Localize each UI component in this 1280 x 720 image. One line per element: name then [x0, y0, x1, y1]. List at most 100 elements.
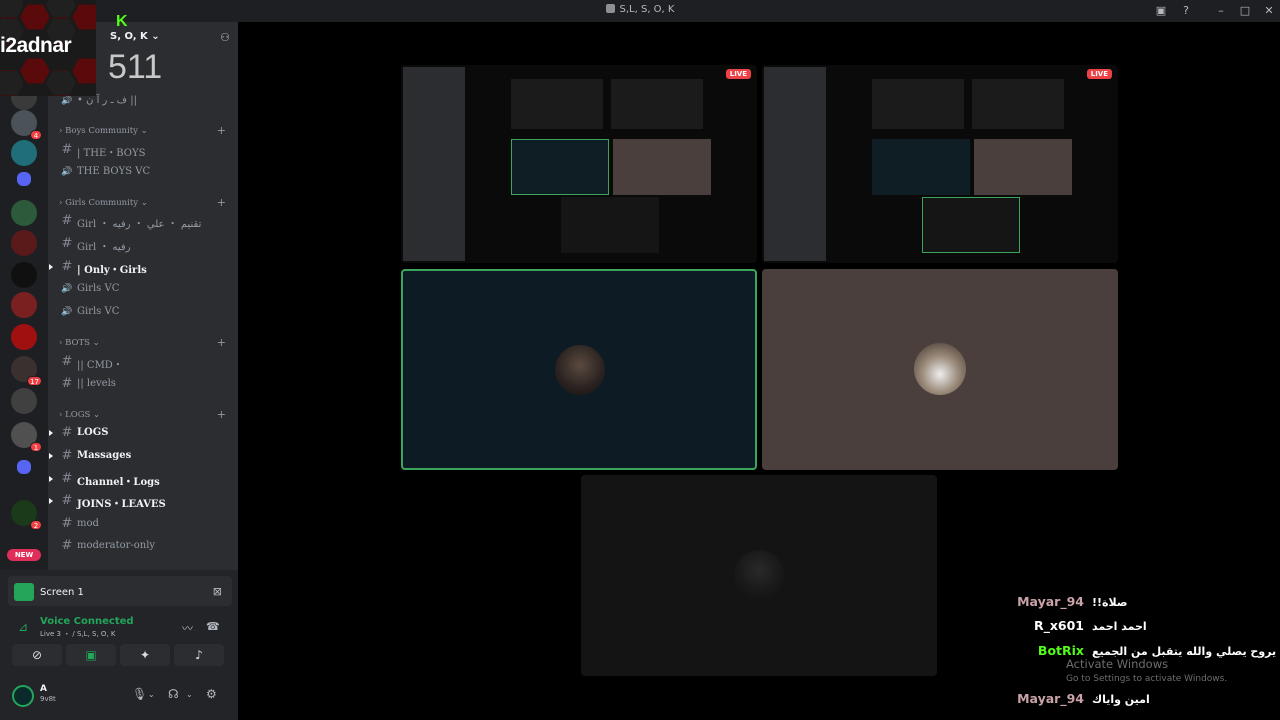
server-icon[interactable]	[11, 230, 37, 256]
hashtag-icon: #	[61, 425, 73, 440]
headphones-icon[interactable]: ☊	[168, 687, 179, 701]
text-channel[interactable]: # Massages	[48, 446, 238, 466]
text-channel[interactable]: # moderator-only	[48, 536, 238, 556]
hashtag-icon: #	[61, 516, 73, 531]
chat-message: Mayar_94 صلاة!!	[994, 594, 1280, 612]
window-title: S,L, S, O, K	[0, 4, 1280, 15]
chat-username: BotRix	[1037, 643, 1084, 658]
signal-icon: ⊿	[18, 620, 29, 634]
streamer-logo: i2adnar	[0, 0, 96, 96]
voice-channel[interactable]: 🔊 Girls VC	[48, 279, 238, 299]
server-icon[interactable]	[11, 324, 37, 350]
voice-panel: Screen 1 ⊠ ⊿ Voice Connected Live 3 ・ / …	[0, 570, 238, 720]
voice-channel[interactable]: 🔊 Girls VC	[48, 302, 238, 322]
channel-label: moderator-only	[77, 540, 156, 551]
category-label: › BOTS ⌄	[59, 338, 100, 348]
text-channel[interactable]: # | THE・BOYS	[48, 140, 238, 160]
text-channel[interactable]: # Girl ・ رفيه	[48, 234, 238, 254]
category-label: › Girls Community ⌄	[59, 198, 148, 208]
chat-username: Mayar_94	[1017, 594, 1084, 609]
stream-tile[interactable]: LIVE	[762, 65, 1118, 263]
server-icon[interactable]	[11, 200, 37, 226]
invite-icon[interactable]: ⚇	[220, 31, 230, 44]
soundboard-button[interactable]: ♪	[174, 644, 224, 666]
avatar	[734, 550, 784, 600]
speaker-icon: 🔊	[61, 284, 73, 294]
noise-suppression-icon[interactable]: 〰	[182, 620, 193, 636]
participant-tile[interactable]	[581, 475, 937, 676]
chevron-down-icon[interactable]: ⌄	[186, 690, 193, 699]
chevron-down-icon[interactable]: ⌄	[148, 690, 155, 699]
server-icon[interactable]: 2	[11, 500, 42, 530]
avatar	[914, 343, 966, 395]
restore-icon[interactable]: ▣	[1153, 3, 1169, 19]
voice-location[interactable]: Live 3 ・ / S,L, S, O, K	[40, 629, 115, 639]
text-channel[interactable]: # Girl ・ تقنيم ・ علي ・ رفيه	[48, 211, 238, 231]
screen-share-button[interactable]: ▣	[66, 644, 116, 666]
add-channel-icon[interactable]: +	[217, 408, 226, 421]
category-label: › LOGS ⌄	[59, 410, 101, 420]
channel-label: mod	[77, 518, 99, 529]
channel-category[interactable]: › LOGS ⌄ +	[48, 407, 238, 423]
channel-label: LOGS	[77, 427, 109, 438]
hashtag-icon: #	[61, 213, 73, 228]
chat-message: Mayar_94 امين واياك	[994, 691, 1280, 709]
activation-title: Activate Windows	[1066, 657, 1169, 671]
server-icon[interactable]	[11, 140, 37, 166]
channel-category[interactable]: › Boys Community ⌄ +	[48, 123, 238, 139]
text-channel[interactable]: # LOGS	[48, 423, 238, 443]
voice-channel[interactable]: 🔊 THE BOYS VC	[48, 162, 238, 182]
server-icon[interactable]: 4	[11, 110, 42, 140]
chat-text: امين واياك	[1092, 693, 1150, 706]
unread-indicator	[49, 264, 53, 270]
text-channel[interactable]: # mod	[48, 514, 238, 534]
channel-category[interactable]: › Girls Community ⌄ +	[48, 195, 238, 211]
live-badge: LIVE	[1086, 69, 1112, 79]
server-icon[interactable]	[11, 262, 37, 288]
add-channel-icon[interactable]: +	[217, 196, 226, 209]
server-name: S, O, K ⌄	[110, 31, 160, 42]
add-channel-icon[interactable]: +	[217, 124, 226, 137]
channel-label: Girl ・ رفيه	[77, 242, 131, 253]
channel-category[interactable]: › BOTS ⌄ +	[48, 335, 238, 351]
notification-badge: 1	[30, 442, 42, 452]
minimize-button[interactable]: –	[1213, 3, 1229, 19]
screen-share-card[interactable]: Screen 1 ⊠	[8, 576, 232, 606]
server-icon[interactable]	[17, 460, 31, 474]
hashtag-icon: #	[61, 259, 73, 274]
disconnect-icon[interactable]: ☎	[206, 620, 220, 633]
chat-message: R_x601 احمد احمد	[994, 618, 1280, 636]
participant-tile[interactable]	[762, 269, 1118, 470]
avatar[interactable]	[12, 685, 34, 707]
server-icon[interactable]	[17, 172, 31, 186]
text-channel[interactable]: # || levels	[48, 374, 238, 394]
server-icon[interactable]: 1	[11, 422, 42, 452]
activities-button[interactable]: ✦	[120, 644, 170, 666]
unread-indicator	[49, 453, 53, 459]
viewer-count: 511	[108, 48, 163, 86]
stop-share-icon[interactable]: ⊠	[213, 585, 222, 598]
add-channel-icon[interactable]: +	[217, 336, 226, 349]
camera-off-button[interactable]: ⊘	[12, 644, 62, 666]
new-badge: NEW	[7, 549, 41, 561]
nested-sidebar	[403, 67, 465, 261]
microphone-icon[interactable]: 🎙	[132, 687, 147, 701]
gear-icon[interactable]: ⚙	[206, 687, 217, 701]
text-channel[interactable]: # || CMD・	[48, 352, 238, 372]
maximize-button[interactable]: □	[1237, 3, 1253, 19]
help-icon[interactable]: ?	[1178, 3, 1194, 19]
stream-tile[interactable]: LIVE	[401, 65, 757, 263]
server-icon[interactable]: 17	[11, 356, 42, 386]
text-channel[interactable]: # JOINS・LEAVES	[48, 491, 238, 511]
participant-tile[interactable]	[401, 269, 757, 470]
server-icon[interactable]	[11, 388, 37, 414]
notification-badge: 17	[27, 376, 42, 386]
text-channel[interactable]: # | Only・Girls	[48, 257, 238, 277]
text-channel[interactable]: # Channel・Logs	[48, 469, 238, 489]
chat-username: R_x601	[1033, 618, 1084, 633]
close-button[interactable]: ✕	[1261, 3, 1277, 19]
server-icon[interactable]	[11, 292, 37, 318]
channel-label: THE BOYS VC	[77, 166, 151, 177]
speaker-icon: 🔊	[61, 96, 73, 106]
voice-status-title[interactable]: Voice Connected	[40, 616, 134, 627]
